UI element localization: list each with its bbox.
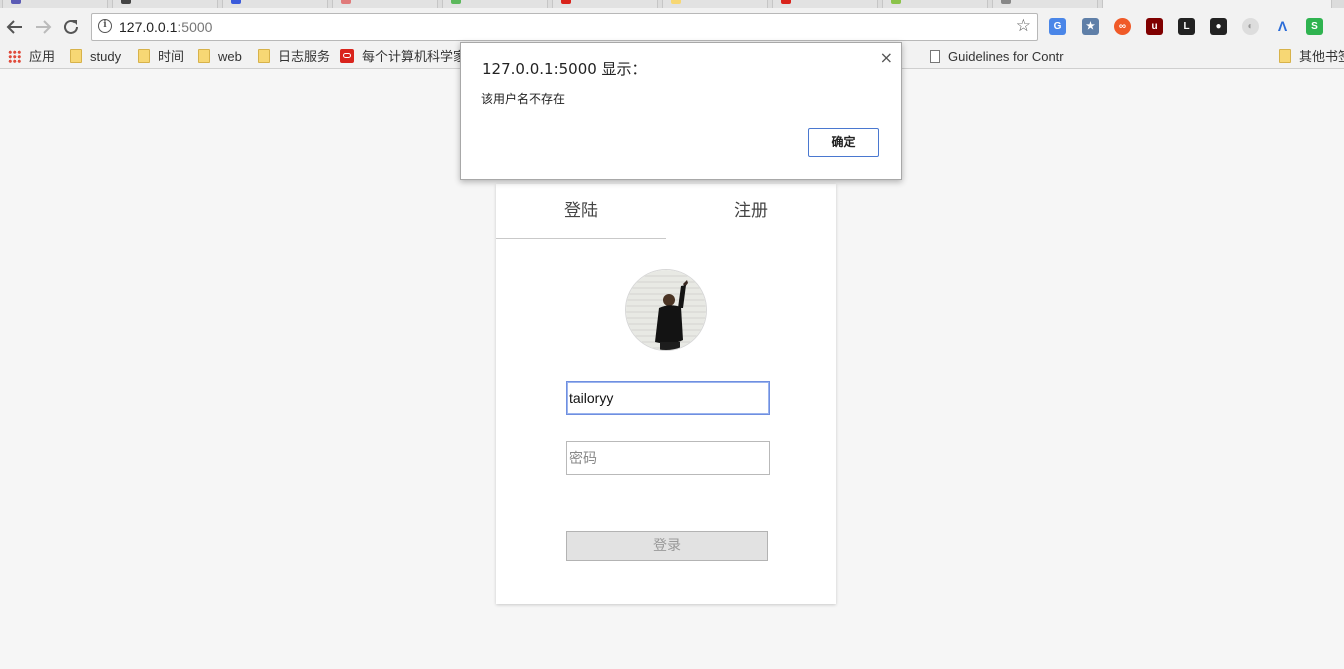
translate-extension-icon[interactable]: G — [1049, 18, 1066, 35]
avatar — [625, 269, 707, 351]
url-port: :5000 — [177, 19, 213, 35]
bookmark-guidelines[interactable]: Guidelines for Contr — [930, 48, 1064, 66]
folder-icon — [1279, 49, 1291, 63]
address-bar[interactable]: i 127.0.0.1:5000 ☆ — [91, 13, 1038, 41]
forward-arrow-icon — [36, 20, 52, 34]
back-arrow-icon — [6, 20, 22, 34]
lambda-extension-icon[interactable]: Λ — [1274, 18, 1291, 35]
browser-tab[interactable] — [662, 0, 768, 8]
username-input[interactable] — [566, 381, 770, 415]
folder-icon — [258, 49, 270, 63]
bookmark-label: 其他书签 — [1299, 49, 1344, 64]
tampermonkey-extension-icon[interactable]: ● — [1210, 18, 1227, 35]
browser-tab-active[interactable] — [1102, 0, 1332, 8]
url-text: 127.0.0.1:5000 — [119, 19, 212, 35]
ublock-extension-icon[interactable]: u — [1146, 18, 1163, 35]
browser-tab[interactable] — [772, 0, 878, 8]
browser-toolbar: i 127.0.0.1:5000 ☆ G ★ ∞ u L ● ◐ Λ S — [0, 8, 1344, 45]
bookmark-label: Guidelines for Contr — [948, 49, 1064, 64]
bookmark-label: web — [218, 49, 242, 64]
apps-icon — [8, 50, 21, 63]
bookmark-time[interactable]: 时间 — [138, 48, 184, 66]
browser-tab[interactable] — [992, 0, 1098, 8]
lastpass-extension-icon[interactable]: L — [1178, 18, 1195, 35]
alert-dialog: 127.0.0.1:5000 显示： × 该用户名不存在 确定 — [460, 42, 902, 180]
reload-button[interactable] — [60, 16, 82, 38]
bookmark-label: 时间 — [158, 49, 185, 64]
bookmark-star-icon[interactable]: ☆ — [1016, 16, 1031, 36]
tab-strip — [0, 0, 1344, 8]
oracle-icon — [340, 49, 354, 63]
dialog-title: 127.0.0.1:5000 显示： — [482, 60, 647, 78]
folder-icon — [138, 49, 150, 63]
bookmark-log-service[interactable]: 日志服务 — [258, 48, 330, 66]
forward-button[interactable] — [32, 16, 54, 38]
bookmark-cs-scientist[interactable]: 每个计算机科学家 — [340, 48, 466, 66]
star-extension-icon[interactable]: ★ — [1082, 18, 1099, 35]
bookmark-other[interactable]: 其他书签 — [1279, 48, 1344, 66]
infinity-extension-icon[interactable]: ∞ — [1114, 18, 1131, 35]
browser-tab[interactable] — [2, 0, 108, 8]
password-input[interactable] — [566, 441, 770, 475]
bookmark-label: 每个计算机科学家 — [362, 49, 467, 64]
dialog-close-icon[interactable]: × — [880, 48, 893, 67]
tab-login[interactable]: 登陆 — [496, 184, 666, 239]
reload-icon — [64, 19, 78, 34]
ghost-extension-icon[interactable]: ◐ — [1242, 18, 1259, 35]
folder-icon — [198, 49, 210, 63]
browser-tab[interactable] — [882, 0, 988, 8]
browser-tab[interactable] — [332, 0, 438, 8]
bookmark-apps[interactable]: 应用 — [8, 48, 55, 66]
url-host: 127.0.0.1 — [119, 19, 178, 35]
bookmark-study[interactable]: study — [70, 48, 121, 66]
tab-register[interactable]: 注册 — [666, 184, 836, 238]
browser-tab[interactable] — [112, 0, 218, 8]
folder-icon — [70, 49, 82, 63]
login-card: 登陆 注册 登录 — [496, 184, 836, 604]
site-info-icon[interactable]: i — [98, 19, 112, 33]
dialog-message: 该用户名不存在 — [481, 92, 566, 106]
browser-tab[interactable] — [552, 0, 658, 8]
login-submit-button[interactable]: 登录 — [566, 531, 768, 561]
back-button[interactable] — [4, 16, 26, 38]
browser-tab[interactable] — [222, 0, 328, 8]
bookmark-label: study — [90, 49, 122, 64]
s-extension-icon[interactable]: S — [1306, 18, 1323, 35]
avatar-photo — [626, 270, 706, 350]
document-icon — [930, 50, 940, 63]
bookmark-web[interactable]: web — [198, 48, 242, 66]
browser-tab[interactable] — [442, 0, 548, 8]
dialog-ok-button[interactable]: 确定 — [808, 128, 879, 157]
bookmark-label: 应用 — [29, 49, 56, 64]
bookmark-label: 日志服务 — [278, 49, 331, 64]
